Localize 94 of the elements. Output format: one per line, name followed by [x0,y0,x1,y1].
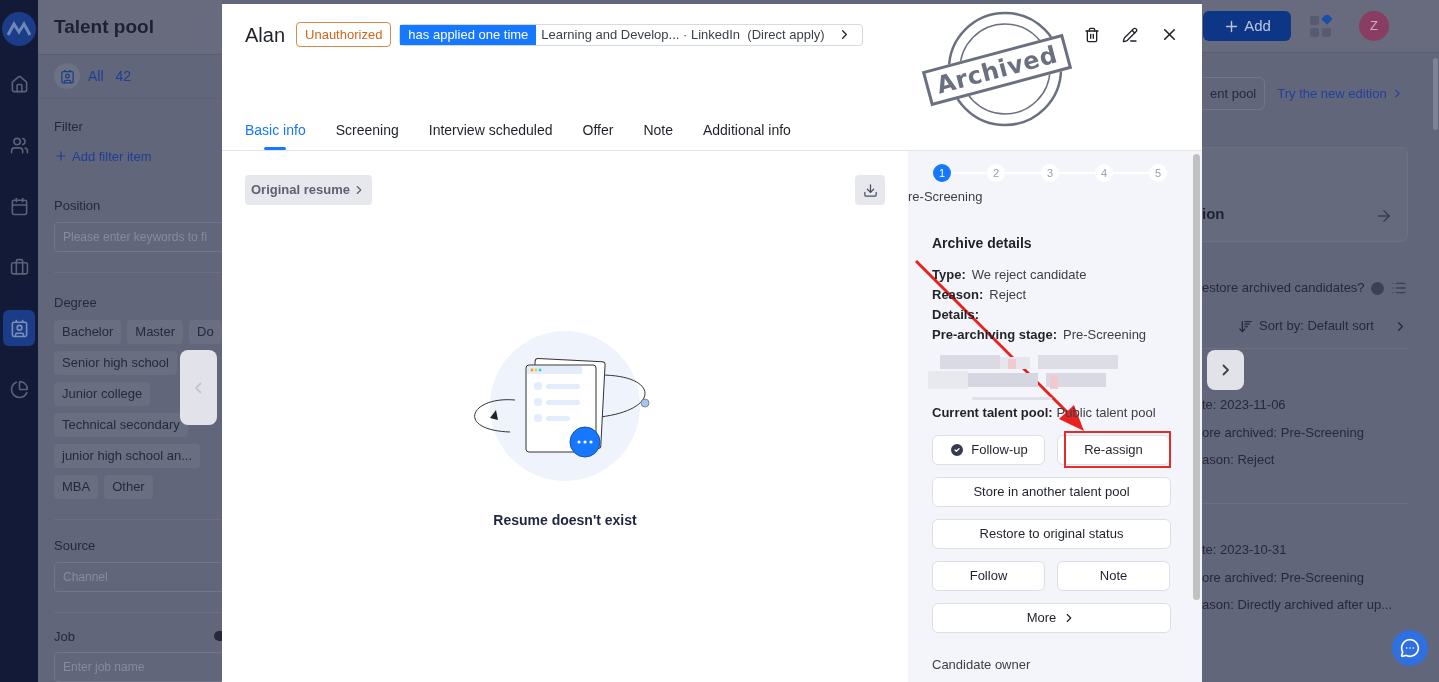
record-text: ason: Reject [1202,451,1276,469]
field-label: Position [54,197,102,215]
help-icon[interactable] [1370,281,1384,295]
trash-icon [1084,26,1100,43]
restore-question: estore archived candidates? [1202,279,1365,298]
delete-button[interactable] [1084,26,1100,43]
action-button[interactable]: Restore to original status [932,518,1171,549]
field-label: Current talent pool: [932,403,1053,422]
step-marker: 5 [1149,164,1167,182]
degree-chip[interactable]: Do [189,320,222,344]
briefcase-icon [9,257,29,277]
list-icon[interactable] [1390,280,1407,296]
applied-count: has applied one time [400,24,537,45]
apps-icon[interactable] [1310,15,1332,37]
add-button[interactable]: Add [1203,11,1291,41]
field-value: Pre-Screening [1063,325,1147,344]
chat-icon [1400,638,1420,658]
all-filter[interactable]: All [88,65,104,87]
previous-button[interactable] [180,350,217,425]
arrow-right-icon [1375,207,1393,225]
section-label: Candidate owner [932,655,1032,674]
filter-label: Filter [54,118,84,136]
action-button[interactable]: More [932,602,1171,633]
card-title: ion [1202,203,1225,224]
field-label: Degree [54,293,98,312]
empty-state-text: Resume doesn't exist [493,511,637,530]
section-title: Archive details [932,233,1033,253]
application-detail: Learning and Develop... · LinkedIn (Direct apply) [541,25,825,44]
field-value: We reject candidate [971,265,1087,284]
sort-icon[interactable] [1238,318,1253,334]
logo-icon[interactable] [2,12,36,46]
action-button[interactable]: Re-assign [1057,434,1170,465]
tab[interactable]: Offer [582,119,614,150]
pencil-icon [1122,26,1138,43]
step-marker: 1 [933,164,951,182]
action-button[interactable]: Follow [932,560,1045,591]
info-card[interactable]: ion [1202,147,1408,242]
degree-chip[interactable]: Other [104,475,153,499]
degree-chip[interactable]: Bachelor [54,320,122,344]
record-text: ore archived: Pre-Screening [1202,423,1365,442]
step-marker: 4 [1095,164,1113,182]
people-icon [9,135,29,155]
next-button[interactable] [1207,350,1244,390]
tab[interactable]: Interview scheduled [428,119,553,150]
status-badge: Unauthorized [296,22,392,47]
field-label: Source [54,537,97,555]
edit-button[interactable] [1122,26,1138,43]
step-label: re-Screening [908,188,984,206]
home-icon [9,74,29,94]
scrollbar-thumb[interactable] [1193,154,1200,600]
tab[interactable]: Additional info [702,119,791,150]
scrollbar-thumb[interactable] [1433,58,1438,130]
chart-icon [9,379,29,399]
calendar-icon [9,196,29,216]
record-text: te: 2023-11-06 [1202,396,1287,414]
record-text: ason: Directly archived after up... [1202,596,1394,614]
field-value: Reject [989,285,1027,304]
download-button[interactable] [855,175,885,205]
tab[interactable]: Screening [335,119,399,150]
step-marker: 2 [987,164,1005,182]
degree-chip[interactable]: Master [127,320,184,344]
tab[interactable]: Basic info [245,119,306,150]
degree-chip[interactable]: Technical secondary [54,413,188,437]
talent-icon [9,318,29,338]
user-avatar[interactable]: Z [1359,11,1389,41]
record-text: te: 2023-10-31 [1202,541,1288,559]
degree-chip[interactable]: MBA [54,475,99,499]
page-title: Talent pool [54,14,154,39]
sort-selector[interactable]: Sort by: Default sort [1259,316,1374,336]
all-count: 42 [115,66,132,86]
add-filter-link[interactable]: Add filter item [54,146,152,166]
field-label: Type: [932,265,966,284]
original-resume-button[interactable]: Original resume [245,175,372,205]
chevron-right-icon [1222,364,1229,376]
new-edition-link[interactable]: Try the new edition [1277,83,1404,104]
check-icon [949,441,966,458]
action-button[interactable]: Follow-up [932,434,1045,465]
nav-item[interactable] [3,310,35,346]
degree-chip[interactable]: Senior high school [54,351,177,375]
download-icon [862,182,878,198]
degree-chip[interactable]: junior high school an... [54,444,201,468]
action-button[interactable]: Store in another talent pool [932,476,1171,507]
step-marker: 3 [1041,164,1059,182]
contact-icon [59,68,75,84]
action-button[interactable]: Note [1057,560,1170,591]
info-icon [214,631,222,642]
field-label: Job [54,627,75,646]
application-pill[interactable]: has applied one time Learning and Develop... · LinkedIn (Direct apply) [399,23,863,46]
record-text: ore archived: Pre-Screening [1202,568,1365,587]
tab[interactable]: Note [643,119,673,150]
chevron-left-icon [195,381,202,394]
degree-chip[interactable]: Junior college [54,382,151,406]
plus-icon [54,149,68,164]
candidate-name: Alan [245,22,286,48]
